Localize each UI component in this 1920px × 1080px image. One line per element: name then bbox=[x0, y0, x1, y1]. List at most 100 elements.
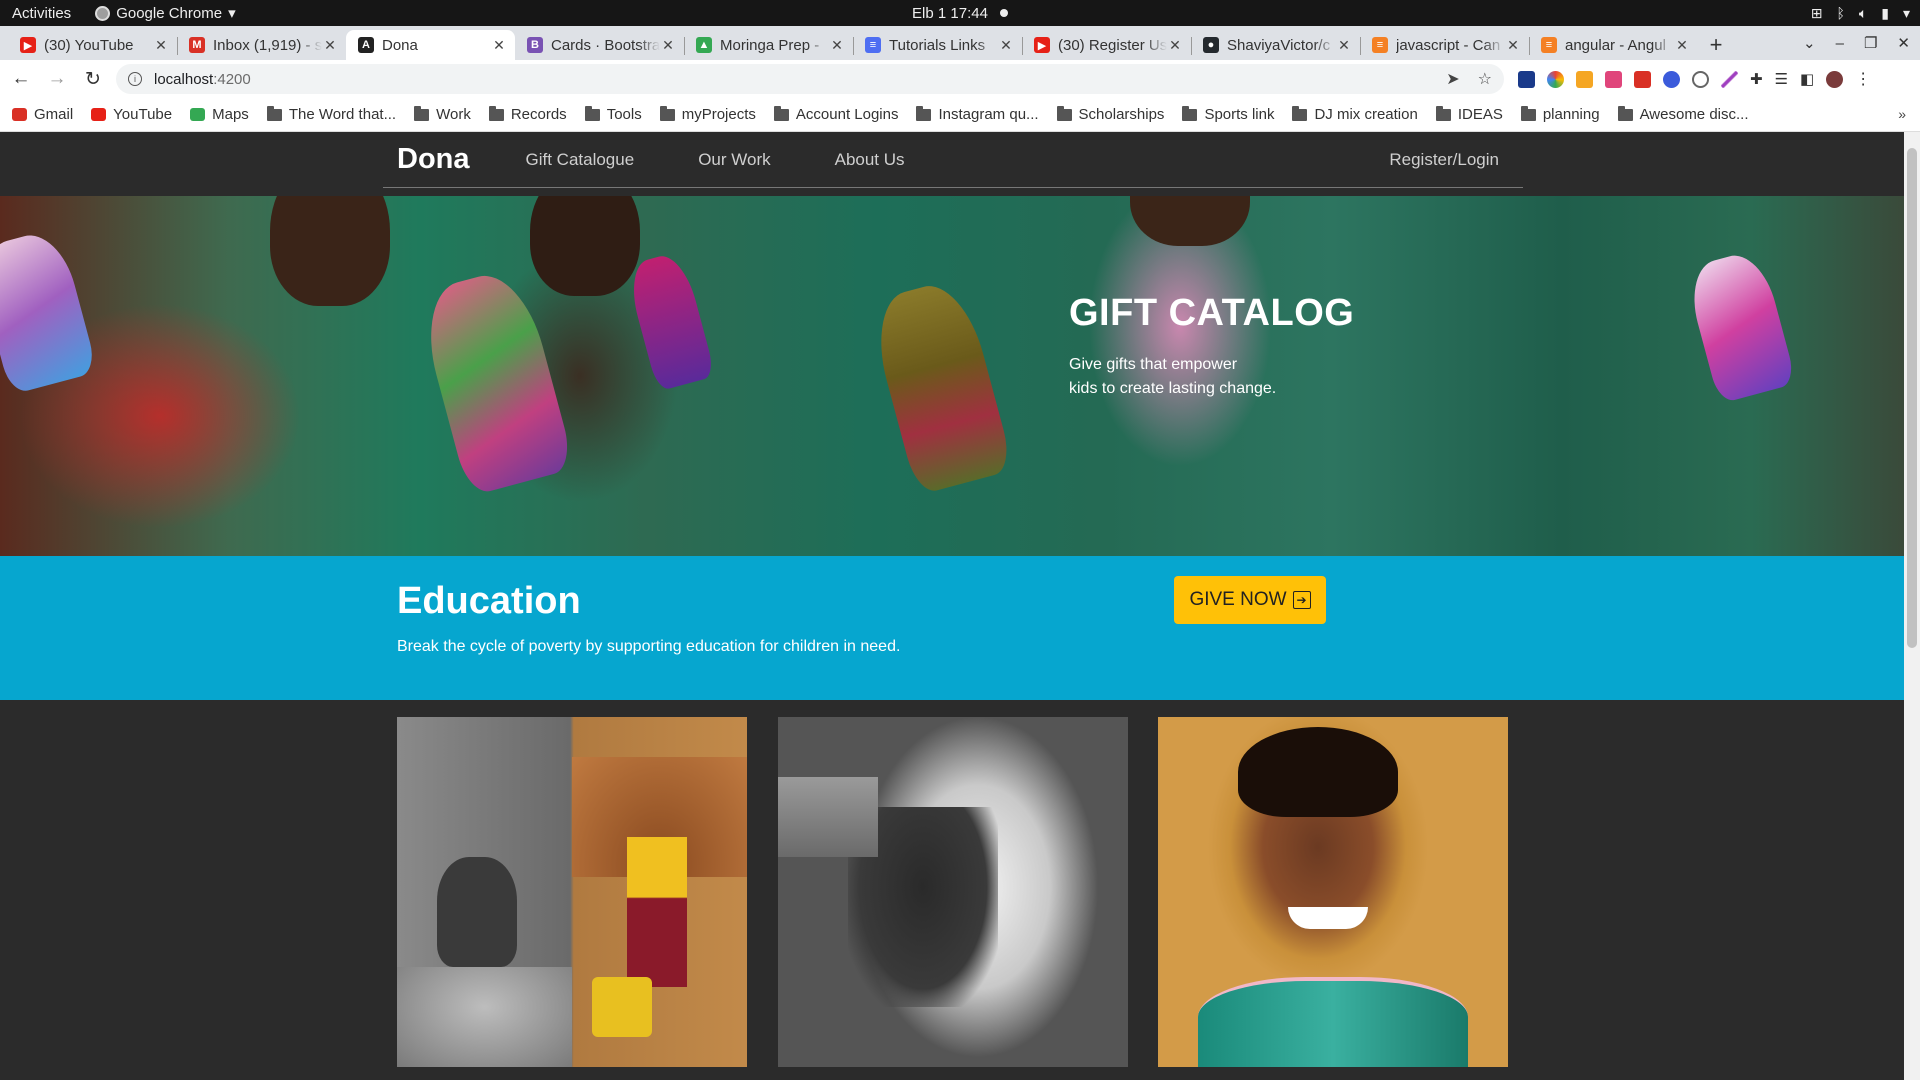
bookmark-label: Work bbox=[436, 106, 471, 123]
scrollbar-thumb[interactable] bbox=[1907, 148, 1917, 648]
bookmark-label: DJ mix creation bbox=[1314, 106, 1418, 123]
tab[interactable]: A Dona ✕ bbox=[346, 30, 515, 60]
bookmark-item[interactable]: IDEAS bbox=[1435, 105, 1503, 123]
bookmark-item[interactable]: Work bbox=[414, 105, 471, 123]
bookmark-item[interactable]: Sports link bbox=[1182, 105, 1274, 123]
extension-icon[interactable] bbox=[1576, 70, 1593, 88]
nav-about-us[interactable]: About Us bbox=[835, 150, 905, 170]
system-tray[interactable]: ⊞ ᛒ 🔈︎ ▮ ▾ bbox=[1811, 0, 1910, 26]
bookmark-item[interactable]: Records bbox=[488, 105, 567, 123]
tab-search-icon[interactable]: ⌄ bbox=[1803, 34, 1816, 52]
bookmark-item[interactable]: The Word that... bbox=[266, 105, 396, 123]
side-panel-icon[interactable]: ◧ bbox=[1800, 70, 1814, 88]
tab[interactable]: ≡ angular - Angul ✕ bbox=[1529, 30, 1698, 60]
tab-favicon-icon: B bbox=[527, 37, 543, 53]
extension-icon[interactable] bbox=[1605, 70, 1622, 88]
nav-register-login[interactable]: Register/Login bbox=[1389, 150, 1499, 170]
tab[interactable]: ▶ (30) Register Us ✕ bbox=[1022, 30, 1191, 60]
tab[interactable]: ▲ Moringa Prep - ✕ bbox=[684, 30, 853, 60]
hero-title: GIFT CATALOG bbox=[1069, 292, 1355, 334]
enter-arrow-icon: ➔ bbox=[1292, 591, 1311, 609]
folder-icon bbox=[1182, 105, 1198, 121]
chrome-menu-icon[interactable]: ⋮ bbox=[1855, 69, 1871, 89]
tab-close-icon[interactable]: ✕ bbox=[322, 37, 338, 54]
folder-icon bbox=[584, 105, 600, 121]
tab[interactable]: M Inbox (1,919) - s ✕ bbox=[177, 30, 346, 60]
tab[interactable]: ● ShaviyaVictor/c ✕ bbox=[1191, 30, 1360, 60]
bookmark-label: Tools bbox=[606, 106, 642, 123]
nav-gift-catalogue[interactable]: Gift Catalogue bbox=[526, 150, 635, 170]
site-favicon-icon bbox=[190, 108, 206, 121]
color-extension-icon[interactable] bbox=[1547, 70, 1564, 88]
minimize-icon[interactable]: – bbox=[1836, 35, 1844, 52]
bookmark-item[interactable]: YouTube bbox=[91, 106, 172, 123]
send-icon[interactable]: ➤ bbox=[1446, 69, 1459, 89]
card-image-embrace[interactable] bbox=[778, 717, 1128, 1067]
bookmark-label: planning bbox=[1542, 106, 1600, 123]
pen-extension-icon[interactable] bbox=[1721, 70, 1738, 88]
tab-close-icon[interactable]: ✕ bbox=[1674, 37, 1690, 54]
more-bookmarks-icon[interactable]: » bbox=[1898, 106, 1906, 122]
hero-subtitle-line-1: Give gifts that empower bbox=[1069, 356, 1238, 373]
profile-avatar[interactable] bbox=[1826, 70, 1844, 88]
app-menu[interactable]: Google Chrome ▾ bbox=[85, 4, 236, 22]
reload-icon[interactable]: ↻ bbox=[78, 64, 108, 94]
forward-icon[interactable]: → bbox=[42, 64, 72, 94]
extension-icon[interactable] bbox=[1663, 70, 1680, 88]
close-window-icon[interactable]: ✕ bbox=[1897, 34, 1910, 52]
bookmark-item[interactable]: Tools bbox=[584, 105, 642, 123]
bookmark-item[interactable]: DJ mix creation bbox=[1292, 105, 1418, 123]
tab-title: Tutorials Links bbox=[889, 36, 986, 54]
nav-our-work[interactable]: Our Work bbox=[698, 150, 770, 170]
extension-icon[interactable] bbox=[1692, 70, 1709, 88]
page-scrollbar[interactable] bbox=[1904, 132, 1920, 1080]
clock[interactable]: Elb 1 17:44 bbox=[912, 5, 988, 22]
bookmark-item[interactable]: Gmail bbox=[12, 106, 73, 123]
tab[interactable]: ▶ (30) YouTube ✕ bbox=[8, 30, 177, 60]
hero-subtitle: Give gifts that empower kids to create l… bbox=[1069, 353, 1299, 401]
extension-icon[interactable] bbox=[1518, 70, 1535, 88]
site-info-icon[interactable]: i bbox=[128, 72, 142, 86]
tab-favicon-icon: ≡ bbox=[865, 37, 881, 53]
restore-icon[interactable]: ❐ bbox=[1864, 34, 1877, 52]
bookmark-label: Account Logins bbox=[795, 106, 899, 123]
tab-favicon-icon: ● bbox=[1203, 37, 1219, 53]
bookmark-item[interactable]: myProjects bbox=[659, 105, 756, 123]
extensions-puzzle-icon[interactable]: ✚ bbox=[1750, 70, 1763, 88]
new-tab-button[interactable]: + bbox=[1698, 30, 1734, 60]
network-icon: ⊞ bbox=[1810, 4, 1823, 21]
tab-title: (30) YouTube bbox=[44, 36, 134, 54]
site-favicon-icon bbox=[91, 108, 107, 121]
tab-favicon-icon: ▶ bbox=[20, 37, 36, 53]
tab-close-icon[interactable]: ✕ bbox=[1336, 37, 1352, 54]
activities-button[interactable]: Activities bbox=[0, 5, 85, 22]
tab-close-icon[interactable]: ✕ bbox=[829, 37, 845, 54]
tab-close-icon[interactable]: ✕ bbox=[998, 37, 1014, 54]
card-image-water-well[interactable] bbox=[397, 717, 747, 1067]
tab-close-icon[interactable]: ✕ bbox=[153, 37, 169, 54]
bookmark-item[interactable]: Maps bbox=[190, 106, 249, 123]
bookmark-item[interactable]: Account Logins bbox=[773, 105, 899, 123]
bookmark-star-icon[interactable]: ☆ bbox=[1478, 69, 1492, 89]
site-brand[interactable]: Dona bbox=[397, 143, 470, 176]
tab-close-icon[interactable]: ✕ bbox=[1505, 37, 1521, 54]
folder-icon bbox=[659, 105, 675, 121]
bookmark-item[interactable]: Scholarships bbox=[1056, 105, 1164, 123]
tab[interactable]: B Cards · Bootstra ✕ bbox=[515, 30, 684, 60]
bookmark-label: YouTube bbox=[113, 106, 173, 123]
card-image-smiling-girl[interactable] bbox=[1158, 717, 1508, 1067]
bookmark-item[interactable]: planning bbox=[1520, 105, 1600, 123]
back-icon[interactable]: ← bbox=[6, 64, 36, 94]
tab-close-icon[interactable]: ✕ bbox=[660, 37, 676, 54]
tab[interactable]: ≡ Tutorials Links ✕ bbox=[853, 30, 1022, 60]
bookmark-item[interactable]: Awesome disc... bbox=[1617, 105, 1749, 123]
bookmark-item[interactable]: Instagram qu... bbox=[916, 105, 1039, 123]
give-now-button[interactable]: GIVE NOW ➔ bbox=[1174, 576, 1326, 624]
extension-icon[interactable] bbox=[1634, 70, 1651, 88]
tab-close-icon[interactable]: ✕ bbox=[491, 37, 507, 54]
tab[interactable]: ≡ javascript - Can ✕ bbox=[1360, 30, 1529, 60]
reading-list-icon[interactable]: ☰ bbox=[1775, 70, 1788, 88]
tab-favicon-icon: ▲ bbox=[696, 37, 712, 53]
tab-close-icon[interactable]: ✕ bbox=[1167, 37, 1183, 54]
address-bar[interactable]: i localhost:4200 ➤ ☆ bbox=[116, 64, 1504, 94]
